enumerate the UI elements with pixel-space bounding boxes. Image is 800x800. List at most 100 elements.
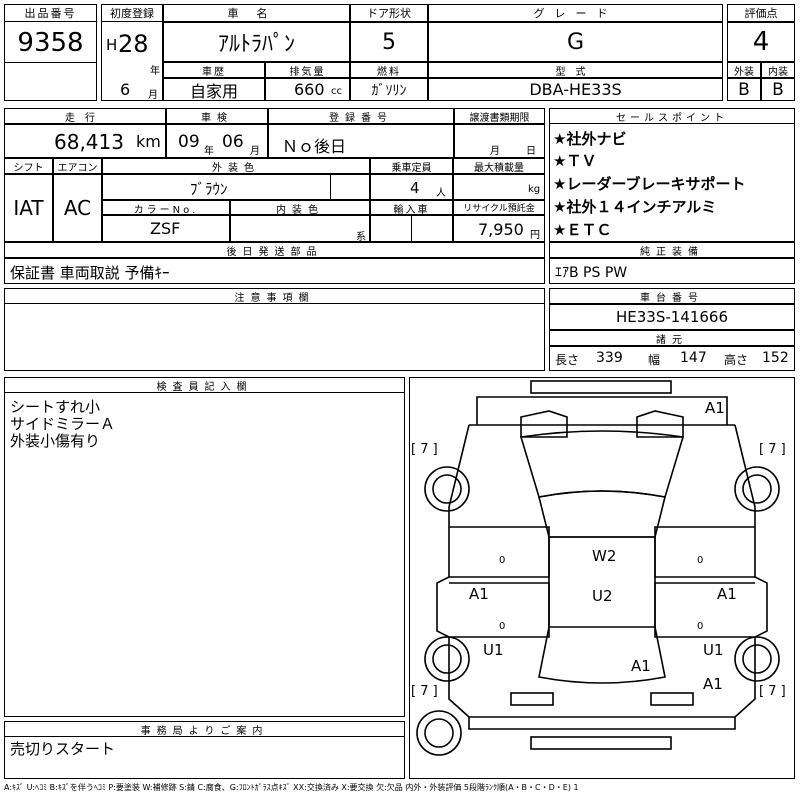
height-label: 高さ	[724, 353, 749, 367]
chassis-label: 車台番号	[549, 288, 795, 304]
capacity-label: 乗車定員	[370, 158, 453, 174]
reg-label: 初度登録	[101, 4, 163, 22]
fuel: ｶﾞｿﾘﾝ	[350, 78, 428, 101]
reg-month: 6	[120, 80, 131, 99]
sales-point: ★ＥＴＣ	[553, 221, 612, 239]
width: 147	[680, 350, 707, 366]
ac: AC	[53, 174, 102, 242]
reg-era: H	[106, 36, 118, 54]
genuine-label: 純正装備	[549, 242, 795, 258]
mileage-label: 走行	[4, 108, 166, 124]
office-label: 事務局よりご案内	[4, 721, 405, 737]
year-unit: 年	[150, 66, 160, 77]
shift-label: シフト	[4, 158, 53, 174]
color-label: 外装色	[102, 158, 370, 174]
mark-right-a1: A1	[717, 585, 737, 603]
ext-grade: B	[727, 78, 761, 101]
fuel-label: 燃料	[350, 62, 428, 78]
length-label: 長さ	[555, 353, 580, 367]
intcolor-unit: 系	[356, 232, 366, 243]
zero-br: 0	[697, 621, 703, 632]
door-label: ドア形状	[350, 4, 428, 22]
later: 保証書 車両取説 予備ｷｰ	[10, 264, 170, 282]
model-label: 型式	[428, 62, 723, 78]
score-label: 評価点	[727, 4, 795, 22]
chassis-value: HE33S-141666	[549, 304, 795, 330]
model: DBA-HE33S	[428, 78, 723, 101]
mark-u2: U2	[592, 587, 613, 605]
recycle-label: リサイクル預託金	[453, 200, 545, 215]
lot-number: 9358	[17, 28, 84, 58]
capacity-unit: 人	[436, 188, 446, 199]
colorno: ZSF	[150, 219, 181, 238]
later-label: 後日発送部品	[4, 242, 545, 258]
reg-year: 28	[118, 30, 149, 58]
mark-roof-a1: A1	[705, 399, 725, 417]
inspector-line: 外装小傷有り	[10, 432, 101, 450]
notes-label: 注意事項欄	[4, 288, 545, 304]
tire-fl-mark: [ 7 ]	[411, 442, 438, 457]
legend: A:ｷｽﾞ U:ﾍｺﾐ B:ｷｽﾞを伴うﾍｺﾐ P:要塗装 W:補修跡 S:錆 …	[4, 783, 579, 792]
import-divider	[411, 215, 453, 242]
dims-label: 諸元	[549, 330, 795, 346]
insp-year: 09	[178, 132, 200, 152]
doors: 5	[350, 22, 428, 62]
month-unit: 月	[148, 90, 158, 101]
mark-w2: W2	[592, 547, 616, 565]
history-label: 車歴	[163, 62, 265, 78]
tire-rl-mark: [ 7 ]	[411, 684, 438, 699]
grade: G	[428, 22, 723, 62]
sales-point: ★ＴＶ	[553, 152, 597, 170]
dims-cell	[549, 346, 795, 371]
regno-label: 登録番号	[268, 108, 454, 124]
zero-bl: 0	[499, 621, 505, 632]
km-unit: km	[136, 132, 161, 151]
intcolor-cell	[230, 215, 370, 242]
height: 152	[762, 350, 789, 366]
insp-month-unit: 月	[250, 146, 260, 157]
recycle: 7,950	[478, 220, 524, 239]
int-grade: B	[761, 78, 795, 101]
mark-rear-a1: A1	[631, 657, 651, 675]
grade-label: グレード	[428, 4, 723, 22]
sales-point: ★社外ナビ	[553, 130, 627, 148]
zero-l: 0	[499, 555, 505, 566]
zero-r: 0	[697, 555, 703, 566]
insp-month: 06	[222, 132, 244, 152]
lot-label: 出品番号	[4, 4, 97, 22]
office-text: 売切りスタート	[10, 740, 116, 758]
score: 4	[727, 22, 795, 62]
tire-rr-mark: [ 7 ]	[759, 684, 786, 699]
import-label: 輸入車	[370, 200, 453, 216]
load-label: 最大積載量	[453, 158, 545, 174]
tire-fr-mark: [ 7 ]	[759, 442, 786, 457]
sales-label: セールスポイント	[549, 108, 795, 124]
mileage: 68,413	[54, 130, 124, 154]
width-label: 幅	[648, 353, 661, 367]
car-diagram: A1 W2 U2 A1 A1 U1 U1 A1 A1 [ 7 ] [ 7 ] […	[411, 380, 786, 756]
recycle-unit: 円	[530, 230, 540, 241]
sales-point: ★社外１４インチアルミ	[553, 198, 717, 216]
mark-rear-right-a1: A1	[703, 675, 723, 693]
shift: IAT	[4, 174, 53, 242]
insp-year-unit: 年	[204, 146, 214, 157]
mark-right-u1: U1	[703, 641, 724, 659]
inspection-label: 車検	[166, 108, 268, 124]
mark-left-a1: A1	[469, 585, 489, 603]
transfer-label: 譲渡書類期限	[454, 108, 545, 124]
inspector-label: 検査員記入欄	[4, 377, 405, 393]
color: ﾌﾞﾗｳﾝ	[190, 180, 228, 198]
name-label: 車名	[163, 4, 350, 22]
mark-left-u1: U1	[483, 641, 504, 659]
transfer-day-unit: 日	[526, 146, 536, 157]
length: 339	[596, 350, 623, 366]
capacity: 4	[410, 179, 420, 197]
int-label: 内装	[761, 62, 795, 78]
ext-label: 外装	[727, 62, 761, 78]
cc-unit: cc	[331, 86, 342, 97]
displacement: 660	[294, 80, 325, 99]
intcolor-label: 内装色	[230, 200, 370, 216]
load-unit: kg	[528, 184, 541, 195]
color-divider	[330, 174, 370, 200]
genuine-value: ｴｱB PS PW	[555, 265, 628, 281]
